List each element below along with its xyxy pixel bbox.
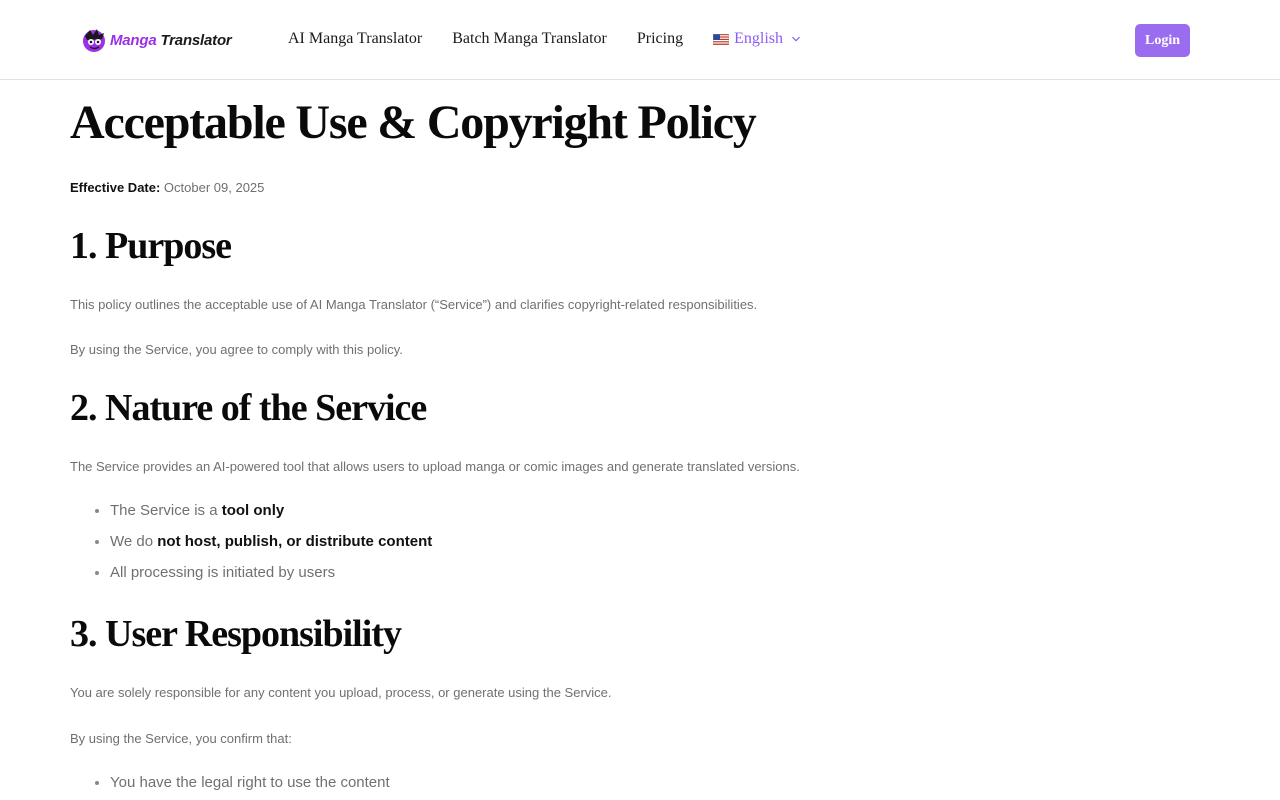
effective-date-label: Effective Date: xyxy=(70,180,161,195)
user-confirmation-list: You have the legal right to use the cont… xyxy=(70,774,390,800)
nav-ai-manga-translator[interactable]: AI Manga Translator xyxy=(288,30,422,48)
site-logo[interactable]: Manga Translator xyxy=(81,26,232,54)
list-item-text: All processing is initiated by users xyxy=(110,564,336,581)
section-paragraph: The Service provides an AI-powered tool … xyxy=(70,459,800,474)
section-paragraph: This policy outlines the acceptable use … xyxy=(70,297,758,312)
list-item-emphasis: tool only xyxy=(221,502,285,519)
logo-wordmark: Manga Translator xyxy=(110,32,232,49)
chevron-down-icon xyxy=(792,36,800,42)
section-heading-nature-of-service: 2. Nature of the Service xyxy=(70,387,427,429)
site-header: Manga Translator AI Manga Translator Bat… xyxy=(0,0,1280,80)
list-item: We do not host, publish, or distribute c… xyxy=(94,533,433,564)
service-nature-list: The Service is a tool only We do not hos… xyxy=(70,502,432,595)
list-item-text: You have the legal right to use the cont… xyxy=(110,774,390,791)
language-selector[interactable]: English xyxy=(713,30,801,48)
section-heading-purpose: 1. Purpose xyxy=(70,225,232,267)
list-item: All processing is initiated by users xyxy=(94,564,432,595)
list-item-text: We do xyxy=(110,533,158,550)
nav-pricing[interactable]: Pricing xyxy=(637,30,683,48)
language-label: English xyxy=(734,30,783,47)
list-item-emphasis: not host, publish, or distribute content xyxy=(157,533,433,550)
login-button[interactable]: Login xyxy=(1135,24,1190,57)
effective-date-value: October 09, 2025 xyxy=(160,180,265,195)
section-paragraph: By using the Service, you agree to compl… xyxy=(70,342,403,357)
nav-batch-manga-translator[interactable]: Batch Manga Translator xyxy=(452,30,607,48)
effective-date: Effective Date: October 09, 2025 xyxy=(70,180,264,195)
logo-wordmark-dark: Translator xyxy=(156,31,232,49)
section-paragraph: You are solely responsible for any conte… xyxy=(70,685,612,700)
logo-wordmark-accent: Manga xyxy=(110,31,157,49)
section-heading-user-responsibility: 3. User Responsibility xyxy=(70,613,402,655)
list-item: You have the legal right to use the cont… xyxy=(95,774,390,800)
manga-character-logo-icon xyxy=(83,29,105,52)
section-paragraph: By using the Service, you confirm that: xyxy=(70,731,292,746)
list-item-text: The Service is a xyxy=(110,502,222,519)
main-nav: AI Manga Translator Batch Manga Translat… xyxy=(288,30,801,48)
us-flag-icon xyxy=(713,33,730,45)
list-item: The Service is a tool only xyxy=(94,502,432,533)
page-title: Acceptable Use & Copyright Policy xyxy=(70,96,757,149)
